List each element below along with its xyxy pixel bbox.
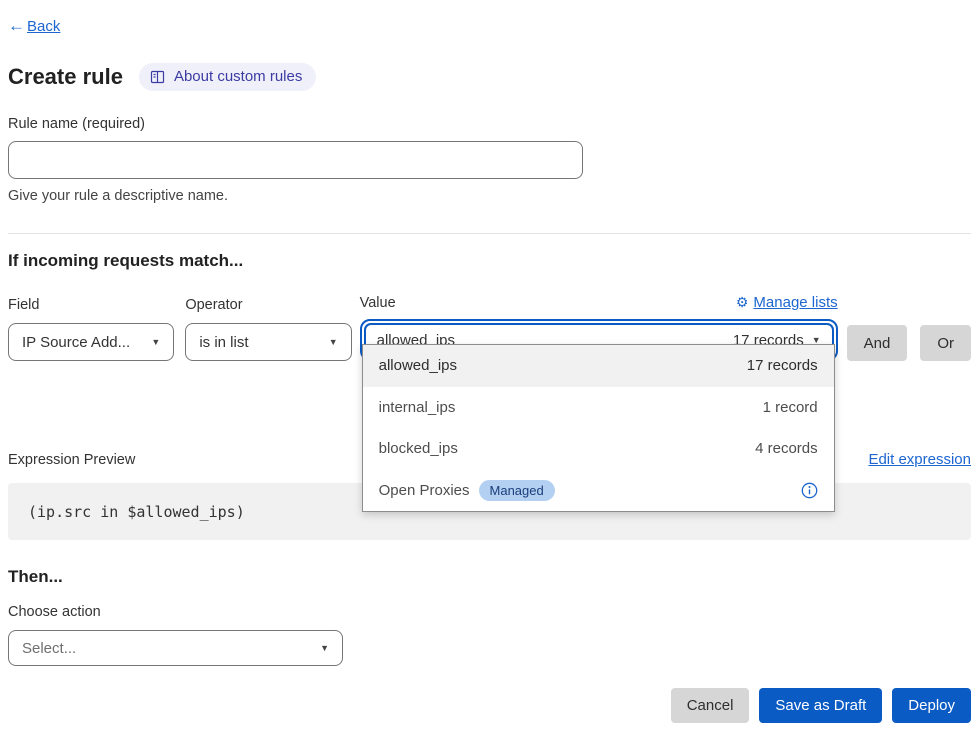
create-rule-page: ←Back Create rule About custom rules Rul… xyxy=(0,0,979,739)
dropdown-item-blocked-ips[interactable]: blocked_ips 4 records xyxy=(363,428,834,470)
then-section-heading: Then... xyxy=(8,567,971,587)
operator-label: Operator xyxy=(185,297,351,313)
value-label-row: Value ⚙ Manage lists xyxy=(360,294,838,311)
deploy-button[interactable]: Deploy xyxy=(892,688,971,723)
list-item-label: blocked_ips xyxy=(379,440,458,457)
rule-name-label: Rule name (required) xyxy=(8,116,971,132)
manage-lists-label[interactable]: Manage lists xyxy=(753,294,837,311)
dropdown-item-allowed-ips[interactable]: allowed_ips 17 records xyxy=(363,345,834,387)
manage-lists-link[interactable]: ⚙ Manage lists xyxy=(736,294,838,311)
dropdown-item-internal-ips[interactable]: internal_ips 1 record xyxy=(363,387,834,429)
chevron-down-icon: ▼ xyxy=(320,643,329,653)
about-badge-label: About custom rules xyxy=(174,68,302,85)
back-arrow-icon: ← xyxy=(8,16,25,36)
operator-select[interactable]: is in list ▼ xyxy=(185,323,351,361)
rule-name-input[interactable] xyxy=(8,141,583,179)
about-custom-rules-link[interactable]: About custom rules xyxy=(139,63,316,91)
page-title: Create rule xyxy=(8,64,123,90)
list-item-label: internal_ips xyxy=(379,399,456,416)
chevron-down-icon: ▼ xyxy=(151,337,160,347)
field-label: Field xyxy=(8,297,174,313)
edit-expression-link[interactable]: Edit expression xyxy=(868,451,971,468)
book-icon xyxy=(150,70,165,84)
match-controls-row: Field IP Source Add... ▼ Operator is in … xyxy=(8,294,971,361)
gear-icon: ⚙ xyxy=(736,294,749,311)
action-select[interactable]: Select... ▼ xyxy=(8,630,343,666)
and-button[interactable]: And xyxy=(847,325,908,361)
info-icon[interactable] xyxy=(801,482,818,499)
operator-column: Operator is in list ▼ xyxy=(185,297,351,361)
footer-actions: Cancel Save as Draft Deploy xyxy=(8,688,971,723)
list-item-record-count: 1 record xyxy=(763,399,818,416)
managed-badge: Managed xyxy=(479,480,555,501)
chevron-down-icon: ▼ xyxy=(329,337,338,347)
list-item-label: allowed_ips xyxy=(379,357,457,374)
list-item-record-count: 4 records xyxy=(755,440,818,457)
list-item-record-count: 17 records xyxy=(747,357,818,374)
rule-name-helper: Give your rule a descriptive name. xyxy=(8,188,971,204)
list-item-label: Open Proxies xyxy=(379,482,470,499)
field-column: Field IP Source Add... ▼ xyxy=(8,297,174,361)
cancel-button[interactable]: Cancel xyxy=(671,688,750,723)
expression-code: (ip.src in $allowed_ips) xyxy=(28,503,245,521)
value-dropdown-menu: allowed_ips 17 records internal_ips 1 re… xyxy=(362,344,835,512)
or-button[interactable]: Or xyxy=(920,325,971,361)
field-select[interactable]: IP Source Add... ▼ xyxy=(8,323,174,361)
value-label: Value xyxy=(360,295,396,311)
title-row: Create rule About custom rules xyxy=(8,63,971,91)
match-section-heading: If incoming requests match... xyxy=(8,251,971,271)
expression-preview-label: Expression Preview xyxy=(8,452,135,468)
action-select-placeholder: Select... xyxy=(22,640,76,657)
operator-select-value: is in list xyxy=(199,334,248,351)
field-select-value: IP Source Add... xyxy=(22,334,130,351)
value-column: Value ⚙ Manage lists allowed_ips 17 reco… xyxy=(360,294,838,361)
section-divider xyxy=(8,233,971,234)
dropdown-item-open-proxies[interactable]: Open Proxies Managed xyxy=(363,470,834,512)
save-as-draft-button[interactable]: Save as Draft xyxy=(759,688,882,723)
back-link-label[interactable]: Back xyxy=(27,18,60,35)
back-link[interactable]: ←Back xyxy=(8,16,971,36)
choose-action-label: Choose action xyxy=(8,604,971,620)
